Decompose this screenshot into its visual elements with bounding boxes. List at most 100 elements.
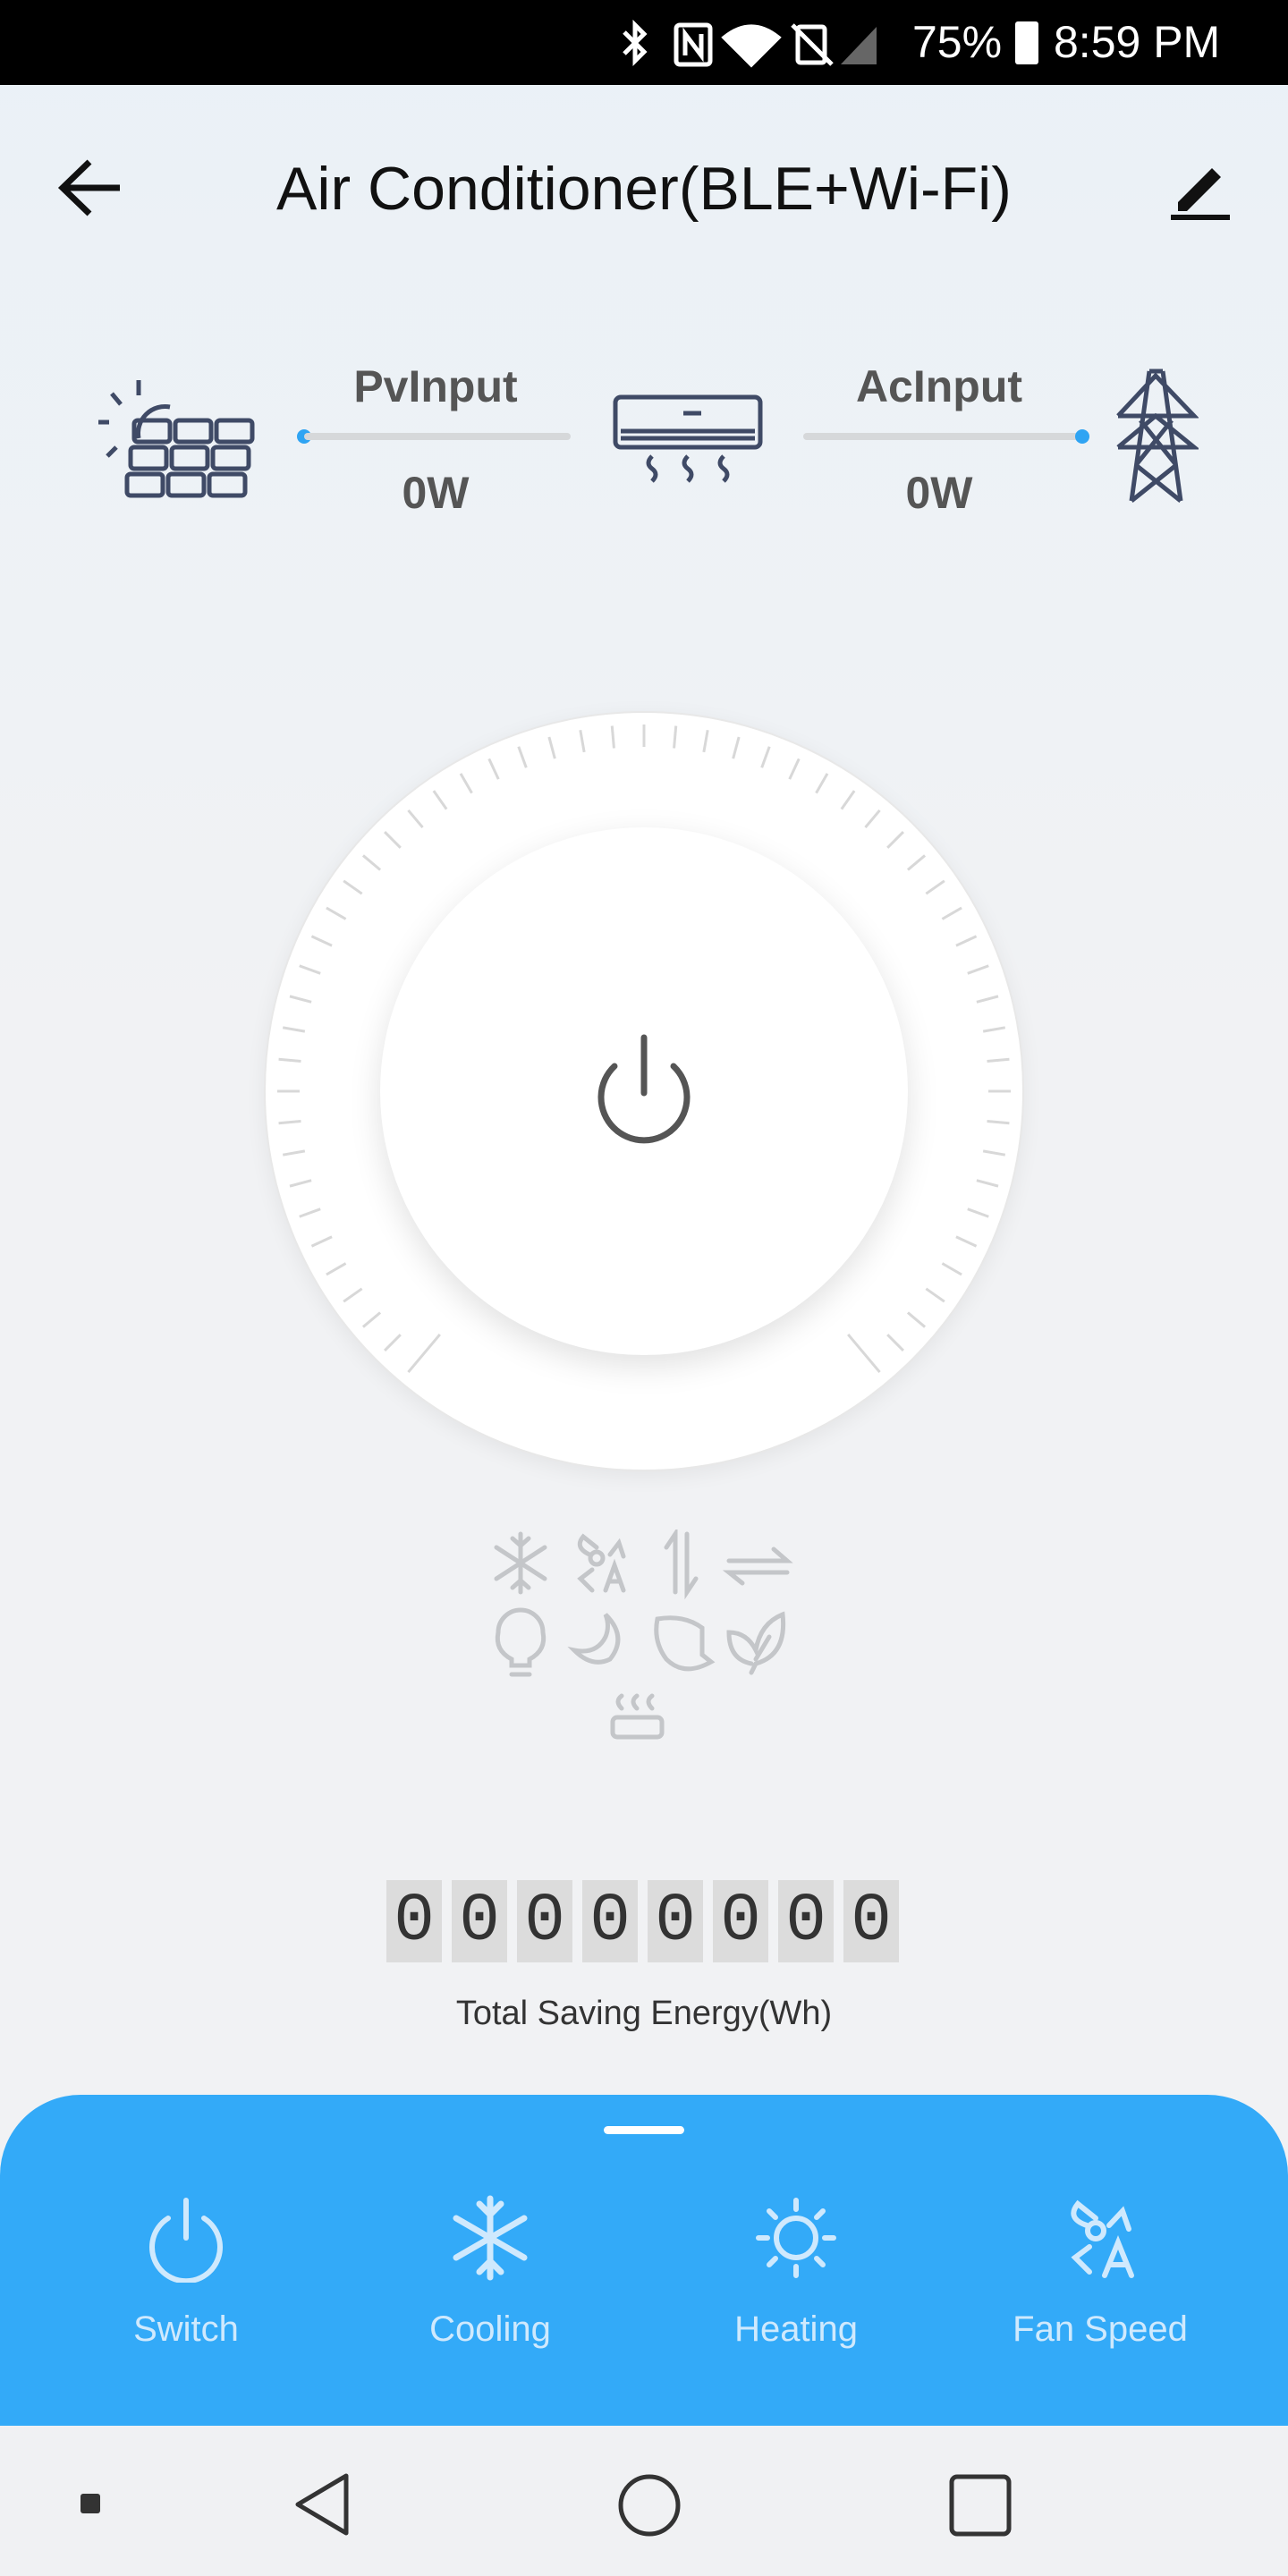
dial-tick — [788, 758, 801, 780]
battery-percent: 75% — [912, 17, 1003, 67]
dial-tick — [289, 1179, 312, 1188]
menu-dot-button[interactable] — [80, 2494, 100, 2513]
tab-heating[interactable]: Heating — [662, 2193, 930, 2350]
edit-button[interactable] — [1167, 159, 1234, 222]
tab-label: Switch — [133, 2309, 239, 2349]
dial-tick — [459, 773, 473, 794]
heater-icon — [610, 1693, 665, 1740]
pv-input-value: 0W — [402, 468, 470, 518]
dial-tick — [407, 809, 424, 829]
tab-label: Heating — [734, 2309, 858, 2349]
dial-tick — [384, 1334, 402, 1352]
power-tower-icon — [1116, 369, 1199, 503]
dial-tick — [487, 758, 500, 780]
ac-dot — [1075, 429, 1089, 444]
clock: 8:59 PM — [1054, 17, 1221, 67]
sun-icon — [756, 2198, 836, 2278]
system-nav-bar — [0, 2426, 1288, 2576]
pv-flow-line — [304, 433, 571, 440]
dial-tick — [278, 1057, 301, 1063]
dial-tick — [982, 1149, 1006, 1157]
fan-auto-icon — [577, 1533, 626, 1593]
dial-tick — [310, 935, 333, 947]
tab-label: Fan Speed — [1013, 2309, 1188, 2349]
counter-digit: 0 — [778, 1880, 834, 1962]
eco-leaf-icon — [726, 1611, 786, 1675]
dial-tick — [547, 736, 556, 759]
dial-tick — [760, 746, 771, 768]
dial-tick — [432, 790, 448, 810]
counter-digit: 0 — [517, 1880, 572, 1962]
dial-tick — [982, 1026, 1006, 1033]
bottom-sheet: Switch Cooling Heating Fan Speed — [0, 2095, 1288, 2426]
dial-tick — [673, 725, 678, 749]
dial-tick — [299, 964, 321, 975]
counter-digit: 0 — [386, 1880, 442, 1962]
dial-tick — [987, 1057, 1010, 1063]
dial-tick — [361, 1311, 382, 1328]
ac-input-label: AcInput — [855, 361, 1023, 411]
dial-tick — [925, 879, 945, 895]
mode-icons — [494, 1530, 793, 1740]
dial-tick — [610, 725, 615, 749]
counter-digit: 0 — [452, 1880, 507, 1962]
dial-tick — [976, 995, 999, 1004]
home-nav-button[interactable] — [617, 2473, 682, 2538]
power-icon — [149, 2198, 223, 2284]
dial-tick — [941, 1262, 962, 1276]
dial-tick — [289, 995, 312, 1004]
status-bar: 75% 8:59 PM — [0, 0, 1288, 85]
dial-tick — [343, 1287, 363, 1303]
dial-tick — [732, 736, 741, 759]
dial-tick — [906, 854, 927, 871]
power-icon[interactable] — [577, 1029, 711, 1163]
dial-tick — [840, 790, 856, 810]
dial-tick — [299, 1208, 321, 1218]
tab-label: Cooling — [429, 2309, 551, 2349]
dial-tick — [967, 1208, 989, 1218]
dial-tick — [925, 1287, 945, 1303]
page-title: Air Conditioner(BLE+Wi-Fi) — [276, 155, 1012, 223]
solar-panel-icon — [98, 380, 255, 498]
tab-fan-speed[interactable]: Fan Speed — [966, 2193, 1234, 2350]
dial-tick — [906, 1311, 927, 1328]
swing-horizontal-icon — [722, 1546, 793, 1586]
dial-tick — [326, 1262, 347, 1276]
counter-digit: 0 — [843, 1880, 899, 1962]
counter-digit: 0 — [582, 1880, 638, 1962]
moon-icon — [567, 1613, 621, 1665]
tab-cooling[interactable]: Cooling — [356, 2193, 624, 2350]
dial-tick — [282, 1026, 306, 1033]
dial-tick — [886, 1334, 904, 1352]
dial-tick — [310, 1235, 333, 1248]
dial-tick — [955, 1235, 978, 1248]
energy-counter: 0 0 0 0 0 0 0 0 — [386, 1880, 899, 1962]
counter-digit: 0 — [713, 1880, 768, 1962]
bulb-icon — [495, 1607, 547, 1677]
dial-tick — [517, 746, 528, 768]
dial-tick — [343, 879, 363, 895]
counter-label: Total Saving Energy(Wh) — [455, 1995, 833, 2032]
dial-tick — [361, 854, 382, 871]
recents-nav-button[interactable] — [948, 2473, 1013, 2538]
back-nav-button[interactable] — [291, 2470, 353, 2538]
dial-tick — [955, 935, 978, 947]
air-conditioner-icon — [613, 394, 763, 483]
tab-switch[interactable]: Switch — [52, 2193, 320, 2350]
sheet-handle[interactable] — [604, 2126, 684, 2134]
dial-tick — [815, 773, 829, 794]
dial-tick — [282, 1149, 306, 1157]
swing-vertical-icon — [664, 1530, 699, 1600]
dial-tick — [886, 831, 904, 849]
dial-tick — [702, 729, 709, 753]
dial-tick — [579, 729, 586, 753]
pv-input-label: PvInput — [353, 361, 518, 411]
battery-icon — [1015, 21, 1038, 64]
snowflake-icon — [453, 2195, 528, 2281]
dial-tick — [278, 1120, 301, 1125]
ac-input-value: 0W — [905, 468, 973, 518]
dial-tick — [976, 1179, 999, 1188]
fan-auto-icon — [1071, 2199, 1134, 2278]
dial-tick — [987, 1120, 1010, 1125]
leaf-icon — [654, 1615, 716, 1672]
